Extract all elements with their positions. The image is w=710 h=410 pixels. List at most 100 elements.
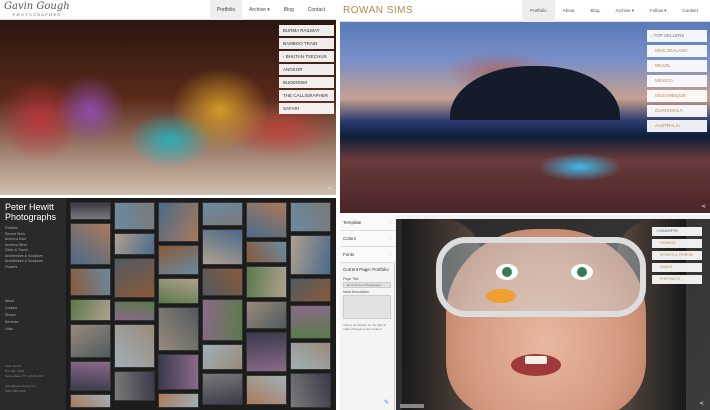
nav-portfolio[interactable]: Portfolio xyxy=(209,0,243,20)
photo-thumbnail[interactable] xyxy=(246,202,287,238)
photo-thumbnail[interactable] xyxy=(202,344,243,370)
photo-thumbnail[interactable] xyxy=(246,301,287,329)
menu-heading[interactable]: ‹ CONCEPTS xyxy=(652,227,702,236)
section-colors[interactable]: Colors › xyxy=(340,231,395,247)
section-template[interactable]: Template › xyxy=(340,215,395,231)
photo-thumbnail[interactable] xyxy=(246,332,287,372)
zoom-bar[interactable] xyxy=(400,404,424,408)
photo-thumbnail[interactable] xyxy=(114,233,155,255)
goldfish xyxy=(486,289,516,303)
chevron-right-icon: › xyxy=(389,236,392,241)
menu-item[interactable]: PORTRAITS xyxy=(652,275,702,284)
nav-portfolio[interactable]: Portfolio xyxy=(522,0,555,22)
share-icon[interactable]: ⋖ xyxy=(699,400,704,407)
menu-item[interactable]: THE CALLIGRAPHER xyxy=(279,90,334,101)
menu-item[interactable]: FASHION xyxy=(652,239,702,248)
menu-item[interactable]: BURMA RAILWAY xyxy=(279,25,334,36)
photo-thumbnail[interactable] xyxy=(202,268,243,296)
menu-item[interactable]: AUSTRALIA xyxy=(647,120,707,132)
photo-thumbnail[interactable] xyxy=(70,268,111,296)
menu-item[interactable]: MOZAMBIQUE xyxy=(647,90,707,102)
menu-item[interactable]: SPORTS & FITNESS xyxy=(652,251,702,260)
photo-thumbnail[interactable] xyxy=(158,354,199,390)
menu-item[interactable]: MEXICO xyxy=(647,75,707,87)
menu-heading[interactable]: ‹ TOP SELLERS xyxy=(647,30,707,42)
main-nav: Portfolio About Blog Archive ▾ Follow ▾ … xyxy=(522,0,706,22)
photo-thumbnail[interactable] xyxy=(158,393,199,408)
nav-blog[interactable]: Blog xyxy=(277,0,301,20)
site-logo[interactable]: Gavin Gough PHOTOGRAPHER xyxy=(4,2,70,18)
photo-thumbnail[interactable] xyxy=(290,342,331,370)
pencil-icon[interactable]: ✎ xyxy=(384,399,389,406)
photo-thumbnail[interactable] xyxy=(290,235,331,275)
photo-thumbnail[interactable] xyxy=(70,223,111,265)
photo-thumbnail[interactable] xyxy=(70,324,111,358)
photo-thumbnail[interactable] xyxy=(70,361,111,391)
sidebar-link[interactable]: Architecture & Sculpture xyxy=(5,259,43,265)
mouth xyxy=(511,354,561,376)
sidebar-link[interactable]: Flowers xyxy=(5,265,43,271)
eye-left xyxy=(496,264,518,280)
photo-thumbnail[interactable] xyxy=(114,371,155,401)
menu-item[interactable]: BAMBOO TRAIN xyxy=(279,38,334,49)
menu-item-active[interactable]: ‹ BHUTAN TSECHUS xyxy=(279,51,334,62)
sidebar-link[interactable]: Services xyxy=(5,319,18,326)
gallery-menu: ‹ CONCEPTS FASHION SPORTS & FITNESS DANC… xyxy=(652,227,702,287)
photo-thumbnail[interactable] xyxy=(114,202,155,230)
share-icon[interactable]: ⋖ xyxy=(327,185,332,192)
photo-thumbnail[interactable] xyxy=(290,278,331,302)
menu-item[interactable]: NEW ZEALAND xyxy=(647,45,707,57)
photo-thumbnail[interactable] xyxy=(158,278,199,304)
nav-archive[interactable]: Archive ▾ xyxy=(242,0,277,20)
page-title-input[interactable]: Jenni Chrzen Photography xyxy=(343,282,391,288)
photo-thumbnail[interactable] xyxy=(70,299,111,321)
nav-contact[interactable]: Contact xyxy=(674,0,706,22)
photo-thumbnail[interactable] xyxy=(158,245,199,275)
photo-thumbnail[interactable] xyxy=(114,258,155,298)
photo-thumbnail[interactable] xyxy=(202,373,243,405)
thumbnail-grid xyxy=(70,202,336,410)
nav-about[interactable]: About xyxy=(555,0,583,22)
menu-item[interactable]: BRAZIL xyxy=(647,60,707,72)
sidebar-link[interactable]: Links xyxy=(5,326,18,333)
nav-blog[interactable]: Blog xyxy=(582,0,607,22)
menu-item[interactable]: SAFARI xyxy=(279,103,334,114)
main-nav: Portfolio Archive ▾ Blog Contact xyxy=(209,0,332,20)
photo-thumbnail[interactable] xyxy=(246,375,287,405)
photo-thumbnail[interactable] xyxy=(114,324,155,368)
gallery-links: Portfolio Recent Work America East Ameri… xyxy=(5,226,43,270)
sidebar-link[interactable]: Shows xyxy=(5,312,18,319)
menu-item[interactable]: BUDDHISM xyxy=(279,77,334,88)
eye-right xyxy=(571,264,593,280)
photo-thumbnail[interactable] xyxy=(70,394,111,408)
nav-follow[interactable]: Follow ▾ xyxy=(642,0,675,22)
photo-thumbnail[interactable] xyxy=(158,307,199,351)
nav-contact[interactable]: Contact xyxy=(301,0,332,20)
meta-description-label: Meta Description xyxy=(343,290,370,294)
sidebar-link[interactable]: Contact xyxy=(5,305,18,312)
photo-thumbnail[interactable] xyxy=(114,301,155,321)
page-links: About Contact Shows Services Links xyxy=(5,298,18,333)
photo-thumbnail[interactable] xyxy=(202,229,243,265)
menu-item[interactable]: ANGKOR xyxy=(279,64,334,75)
site-editor: Template › Colors › Fonts › Current Page: P… xyxy=(340,215,710,410)
photo-thumbnail[interactable] xyxy=(290,202,331,232)
photo-thumbnail[interactable] xyxy=(246,241,287,263)
photo-thumbnail[interactable] xyxy=(202,299,243,341)
chevron-right-icon: › xyxy=(389,220,392,225)
menu-item[interactable]: GUATEMALA xyxy=(647,105,707,117)
menu-item[interactable]: DANCE xyxy=(652,263,702,272)
site-brand[interactable]: ROWAN SIMS xyxy=(343,5,413,16)
site-title[interactable]: Peter Hewitt Photographs xyxy=(5,202,56,222)
nav-archive[interactable]: Archive ▾ xyxy=(607,0,642,22)
section-fonts[interactable]: Fonts › xyxy=(340,247,395,263)
share-icon[interactable]: ⋖ xyxy=(701,203,706,210)
photo-thumbnail[interactable] xyxy=(290,305,331,339)
photo-thumbnail[interactable] xyxy=(202,202,243,226)
photo-thumbnail[interactable] xyxy=(158,202,199,242)
photo-thumbnail[interactable] xyxy=(70,202,111,220)
photo-thumbnail[interactable] xyxy=(290,373,331,408)
sidebar-link[interactable]: About xyxy=(5,298,18,305)
meta-description-input[interactable] xyxy=(343,295,391,319)
photo-thumbnail[interactable] xyxy=(246,266,287,298)
